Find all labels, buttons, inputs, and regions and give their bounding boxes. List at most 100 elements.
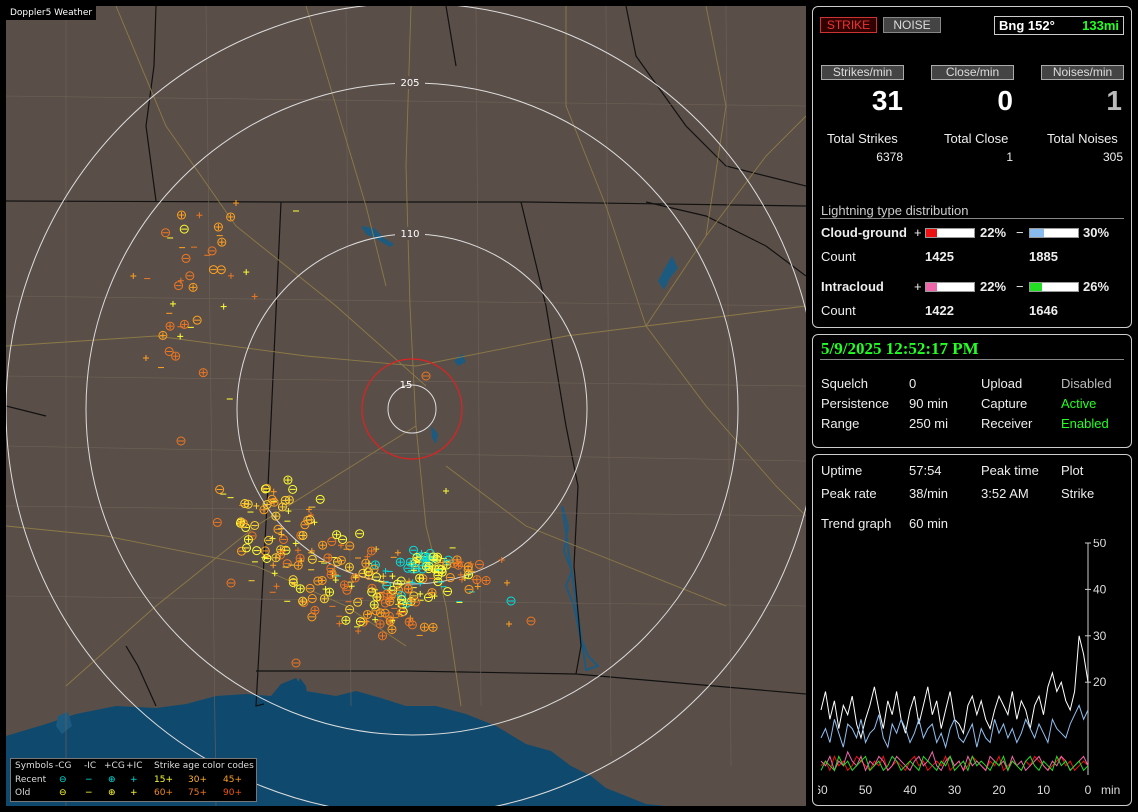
range-text: 133mi	[1082, 18, 1119, 33]
strike-marker	[504, 579, 511, 586]
ic-positive-count: 1422	[925, 303, 954, 318]
strike-marker	[395, 557, 405, 567]
cg-negative-count: 1885	[1029, 249, 1058, 264]
status-panel: 5/9/2025 12:52:17 PM Squelch 0 Upload Di…	[812, 334, 1132, 448]
strike-marker	[355, 529, 365, 539]
strike-marker	[213, 222, 223, 232]
bearing-display: Bng 152° 133mi	[994, 16, 1124, 35]
strike-marker	[177, 333, 184, 340]
strike-marker	[315, 494, 325, 504]
close-per-min-value: 0	[997, 85, 1013, 116]
strike-marker	[415, 573, 425, 583]
y-tick-label: 30	[1093, 629, 1107, 643]
strike-marker	[196, 212, 203, 219]
trend-series-0	[820, 635, 1089, 740]
trend-series-2	[820, 755, 1089, 772]
x-tick-label: 0	[1085, 783, 1092, 797]
strike-marker	[192, 315, 202, 325]
cg-positive-bar	[925, 228, 975, 238]
ic-positive-pct: 22%	[980, 279, 1007, 294]
strike-marker	[264, 535, 274, 545]
legend-age-75: 75+	[188, 788, 207, 798]
plot-value: Strike	[1061, 486, 1095, 501]
pos-cg-recent-icon: ⊕	[108, 775, 116, 785]
strikes-per-min-header: Strikes/min	[821, 65, 904, 80]
strike-marker	[526, 616, 536, 626]
symbol-legend: Symbols -CG -IC +CG +IC Strike age color…	[10, 758, 257, 802]
strike-marker	[406, 578, 413, 585]
cloud-ground-label: Cloud-ground	[821, 225, 907, 240]
strike-marker	[355, 628, 362, 635]
peak-rate-label: Peak rate	[821, 486, 877, 501]
cg-positive-pct: 22%	[980, 225, 1007, 240]
strike-marker	[291, 658, 301, 668]
ic-negative-count: 1646	[1029, 303, 1058, 318]
strike-marker	[449, 558, 459, 568]
strike-marker	[389, 573, 396, 580]
strike-marker	[271, 553, 281, 563]
cg-minus-sign: −	[1016, 225, 1024, 240]
peak-time-value: 3:52 AM	[981, 486, 1029, 501]
strike-counts-panel: STRIKE NOISE Bng 152° 133mi Strikes/min …	[812, 6, 1132, 328]
strike-marker	[317, 575, 327, 585]
squelch-label: Squelch	[821, 376, 868, 391]
strike-marker	[270, 488, 277, 495]
intracloud-label: Intracloud	[821, 279, 884, 294]
y-tick-label: 40	[1093, 582, 1107, 596]
strike-marker	[143, 355, 149, 361]
trend-series-4	[820, 755, 1089, 772]
strike-marker	[169, 300, 176, 307]
strike-marker	[227, 272, 234, 279]
strike-marker	[310, 605, 320, 615]
strike-marker	[158, 330, 168, 340]
strike-marker	[208, 265, 218, 275]
strike-marker	[443, 488, 449, 494]
strike-marker	[319, 594, 329, 604]
cg-negative-bar	[1029, 228, 1079, 238]
upload-label: Upload	[981, 376, 1023, 391]
noise-button[interactable]: NOISE	[883, 17, 941, 33]
total-close-value: 1	[1006, 150, 1013, 164]
strike-marker	[380, 598, 390, 608]
strike-marker	[188, 282, 198, 292]
capture-value: Active	[1061, 396, 1097, 411]
strike-marker	[171, 351, 181, 361]
strike-marker	[481, 576, 491, 586]
x-tick-label: 30	[948, 783, 962, 797]
y-tick-label: 20	[1093, 675, 1107, 689]
radar-map[interactable]: 205 110 15 Doppler5 Weather Symbols -CG …	[6, 6, 806, 806]
strike-marker	[474, 559, 484, 569]
ic-plus-sign: +	[914, 279, 922, 294]
strike-marker	[260, 546, 270, 556]
persistence-label: Persistence	[821, 396, 889, 411]
map-canvas[interactable]: 205 110 15	[6, 6, 806, 806]
pos-ic-recent-icon: +	[130, 775, 138, 785]
strike-marker	[344, 562, 354, 572]
strike-marker	[177, 210, 187, 220]
uptime-value: 57:54	[909, 463, 942, 478]
strike-marker	[288, 484, 298, 494]
strike-marker	[345, 605, 355, 615]
trend-chart: 50 40 30 20 60 50 40 30 20 10 0 min	[818, 539, 1120, 797]
strike-marker	[307, 554, 317, 564]
strike-marker	[326, 569, 336, 579]
strike-marker	[394, 549, 401, 556]
capture-label: Capture	[981, 396, 1028, 411]
strike-marker	[375, 619, 385, 629]
noises-per-min-header: Noises/min	[1041, 65, 1124, 80]
strike-marker	[233, 200, 239, 206]
legend-pos-ic: +IC	[126, 761, 143, 771]
strike-marker	[348, 583, 355, 590]
total-noises-value: 305	[1102, 150, 1123, 164]
river-east	[561, 505, 600, 672]
legend-pos-cg: +CG	[104, 761, 125, 771]
uptime-label: Uptime	[821, 463, 863, 478]
trend-panel: Uptime 57:54 Peak time Plot Peak rate 38…	[812, 454, 1132, 806]
strike-button[interactable]: STRIKE	[820, 17, 877, 33]
strike-marker	[369, 564, 379, 574]
upload-value: Disabled	[1061, 376, 1112, 391]
cg-negative-pct: 30%	[1083, 225, 1110, 240]
strike-marker	[161, 228, 171, 238]
strike-marker	[361, 558, 371, 568]
strike-marker	[506, 596, 516, 606]
